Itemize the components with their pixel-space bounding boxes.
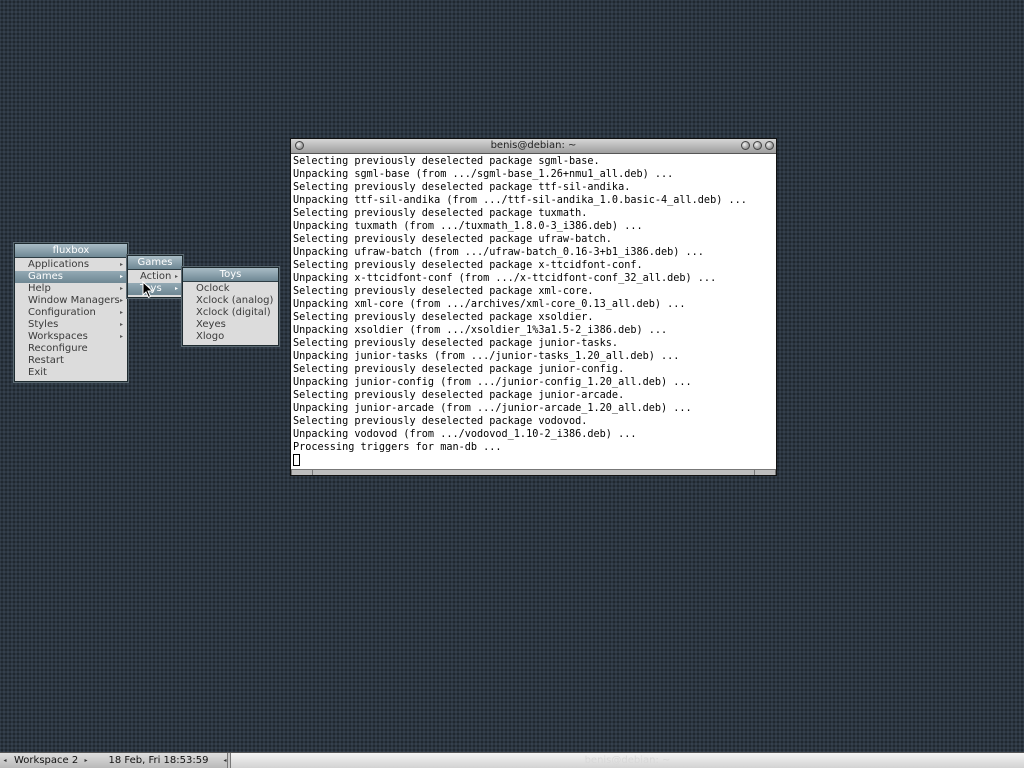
menu-item-label: Workspaces — [28, 331, 88, 342]
terminal-line: Unpacking sgml-base (from .../sgml-base_… — [293, 169, 674, 180]
menu-item-applications[interactable]: Applications ▸ — [15, 259, 127, 271]
terminal-cursor — [293, 454, 300, 466]
terminal-line: Selecting previously deselected package … — [293, 182, 631, 193]
window-title: benis@debian: ~ — [490, 140, 577, 151]
terminal-line: Selecting previously deselected package … — [293, 364, 625, 375]
terminal-line: Unpacking junior-config (from .../junior… — [293, 377, 692, 388]
mouse-cursor-icon — [142, 281, 154, 299]
menu-item-label: Xclock (digital) — [196, 307, 271, 318]
menu-item-xclock-analog[interactable]: Xclock (analog) — [183, 295, 278, 307]
terminal-output[interactable]: Selecting previously deselected package … — [292, 155, 775, 469]
games-submenu: Games Action ▸ Toys ▸ — [127, 255, 183, 298]
maximize-icon[interactable] — [753, 141, 762, 150]
menu-item-xclock-digital[interactable]: Xclock (digital) — [183, 307, 278, 319]
menu-item-toys[interactable]: Toys ▸ — [128, 283, 182, 295]
menu-item-xeyes[interactable]: Xeyes — [183, 319, 278, 331]
terminal-prompt-line[interactable] — [293, 454, 775, 468]
close-icon[interactable] — [765, 141, 774, 150]
toolbar: ◂ Workspace 2 ▸ 18 Feb, Fri 18:53:59 ◂ b… — [0, 752, 1024, 768]
root-menu-title[interactable]: fluxbox — [15, 244, 127, 258]
terminal-line: Selecting previously deselected package … — [293, 416, 588, 427]
menu-item-reconfigure[interactable]: Reconfigure — [15, 343, 127, 355]
resize-grip-right[interactable] — [754, 470, 776, 475]
prev-workspace-icon[interactable]: ◂ — [1, 753, 9, 768]
menu-item-restart[interactable]: Restart — [15, 355, 127, 367]
games-submenu-title[interactable]: Games — [128, 256, 182, 270]
terminal-line: Processing triggers for man-db ... — [293, 442, 502, 453]
submenu-arrow-icon: ▸ — [174, 285, 178, 292]
submenu-arrow-icon: ▸ — [119, 297, 123, 304]
terminal-line: Selecting previously deselected package … — [293, 156, 600, 167]
terminal-line: Selecting previously deselected package … — [293, 234, 612, 245]
menu-item-workspaces[interactable]: Workspaces ▸ — [15, 331, 127, 343]
resize-grip-left[interactable] — [291, 470, 313, 475]
terminal-line: Unpacking junior-arcade (from .../junior… — [293, 403, 692, 414]
menu-item-configuration[interactable]: Configuration ▸ — [15, 307, 127, 319]
menu-item-label: Xclock (analog) — [196, 295, 274, 306]
submenu-arrow-icon: ▸ — [119, 309, 123, 316]
menu-item-label: Xlogo — [196, 331, 225, 342]
submenu-arrow-icon: ▸ — [119, 285, 123, 292]
terminal-line: Unpacking x-ttcidfont-conf (from .../x-t… — [293, 273, 717, 284]
workspace-name: Workspace 2 — [14, 755, 79, 766]
terminal-line: Selecting previously deselected package … — [293, 390, 625, 401]
terminal-line: Unpacking xsoldier (from .../xsoldier_1%… — [293, 325, 668, 336]
terminal-line: Unpacking junior-tasks (from .../junior-… — [293, 351, 680, 362]
terminal-line: Selecting previously deselected package … — [293, 208, 588, 219]
terminal-line: Unpacking vodovod (from .../vodovod_1.10… — [293, 429, 637, 440]
menu-item-action[interactable]: Action ▸ — [128, 271, 182, 283]
menu-item-label: Games — [28, 271, 63, 282]
menu-item-oclock[interactable]: Oclock — [183, 283, 278, 295]
clock-text: 18 Feb, Fri 18:53:59 — [108, 755, 209, 766]
menu-item-exit[interactable]: Exit — [15, 367, 127, 379]
menu-item-label: Exit — [28, 367, 47, 378]
terminal-line: Unpacking xml-core (from .../archives/xm… — [293, 299, 686, 310]
prev-window-icon[interactable]: ◂ — [221, 753, 229, 768]
iconbar-task-terminal[interactable]: benis@debian: ~ — [230, 753, 1024, 768]
menu-item-label: Window Managers — [28, 295, 120, 306]
terminal-line: Selecting previously deselected package … — [293, 286, 594, 297]
terminal-line: Unpacking ttf-sil-andika (from .../ttf-s… — [293, 195, 747, 206]
menu-item-label: Applications — [28, 259, 90, 270]
terminal-line: Unpacking tuxmath (from .../tuxmath_1.8.… — [293, 221, 643, 232]
menu-item-window-managers[interactable]: Window Managers ▸ — [15, 295, 127, 307]
iconbar-task-label: benis@debian: ~ — [584, 755, 671, 766]
menu-item-label: Styles — [28, 319, 59, 330]
terminal-line: Selecting previously deselected package … — [293, 260, 643, 271]
menu-item-games[interactable]: Games ▸ — [15, 271, 127, 283]
menu-item-label: Restart — [28, 355, 64, 366]
menu-item-label: Xeyes — [196, 319, 226, 330]
submenu-arrow-icon: ▸ — [119, 261, 123, 268]
submenu-arrow-icon: ▸ — [119, 273, 123, 280]
workspace-selector[interactable]: ◂ Workspace 2 ▸ — [0, 753, 91, 768]
menu-item-help[interactable]: Help ▸ — [15, 283, 127, 295]
menu-item-label: Oclock — [196, 283, 230, 294]
toys-submenu: Toys Oclock Xclock (analog) Xclock (digi… — [182, 267, 279, 346]
menu-item-label: Help — [28, 283, 51, 294]
minimize-icon[interactable] — [741, 141, 750, 150]
window-menu-icon[interactable] — [295, 141, 304, 150]
menu-item-label: Configuration — [28, 307, 96, 318]
menu-item-xlogo[interactable]: Xlogo — [183, 331, 278, 343]
submenu-arrow-icon: ▸ — [119, 333, 123, 340]
submenu-arrow-icon: ▸ — [119, 321, 123, 328]
submenu-arrow-icon: ▸ — [174, 273, 178, 280]
toys-submenu-title[interactable]: Toys — [183, 268, 278, 282]
menu-item-label: Reconfigure — [28, 343, 88, 354]
terminal-line: Selecting previously deselected package … — [293, 312, 594, 323]
clock: 18 Feb, Fri 18:53:59 — [90, 753, 228, 768]
root-menu: fluxbox Applications ▸ Games ▸ Help ▸ Windo… — [14, 243, 128, 382]
terminal-line: Unpacking ufraw-batch (from .../ufraw-ba… — [293, 247, 704, 258]
menu-item-styles[interactable]: Styles ▸ — [15, 319, 127, 331]
window-bottom-handle[interactable] — [291, 469, 776, 475]
window-titlebar[interactable]: benis@debian: ~ — [291, 139, 776, 154]
terminal-line: Selecting previously deselected package … — [293, 338, 619, 349]
terminal-window[interactable]: benis@debian: ~ Selecting previously des… — [290, 138, 777, 476]
next-workspace-icon[interactable]: ▸ — [82, 753, 90, 768]
